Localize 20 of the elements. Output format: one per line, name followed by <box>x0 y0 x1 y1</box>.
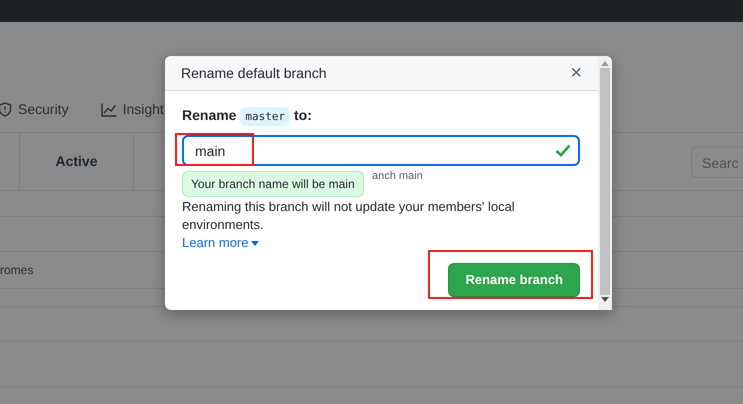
nav-tab[interactable]: Insight <box>100 99 164 120</box>
rename-button[interactable]: Rename branch <box>448 263 580 296</box>
column-header: Active <box>20 133 134 190</box>
close-button[interactable]: × <box>570 63 582 83</box>
nav-tab[interactable]: Security <box>0 99 69 120</box>
scroll-up-icon[interactable] <box>601 61 609 66</box>
learn-more-link[interactable]: Learn more <box>182 234 260 252</box>
caret-icon <box>251 240 260 246</box>
search-field[interactable]: Searc <box>691 146 743 178</box>
scrollbar[interactable] <box>598 56 612 310</box>
dialog-title: Rename default branch <box>181 64 327 82</box>
scroll-down-icon[interactable] <box>601 297 609 302</box>
tooltip: Your branch name will be main <box>182 171 364 197</box>
shield-icon <box>0 102 12 117</box>
warning-text: Renaming this branch will not update your members' local environments. <box>182 198 516 234</box>
prompt-label: Rename master to: <box>182 105 580 126</box>
hint-text: anch main <box>372 169 423 184</box>
branch-name-field[interactable]: main <box>182 135 580 166</box>
table-cell-text: romes <box>0 262 34 279</box>
graph-icon <box>100 102 117 116</box>
